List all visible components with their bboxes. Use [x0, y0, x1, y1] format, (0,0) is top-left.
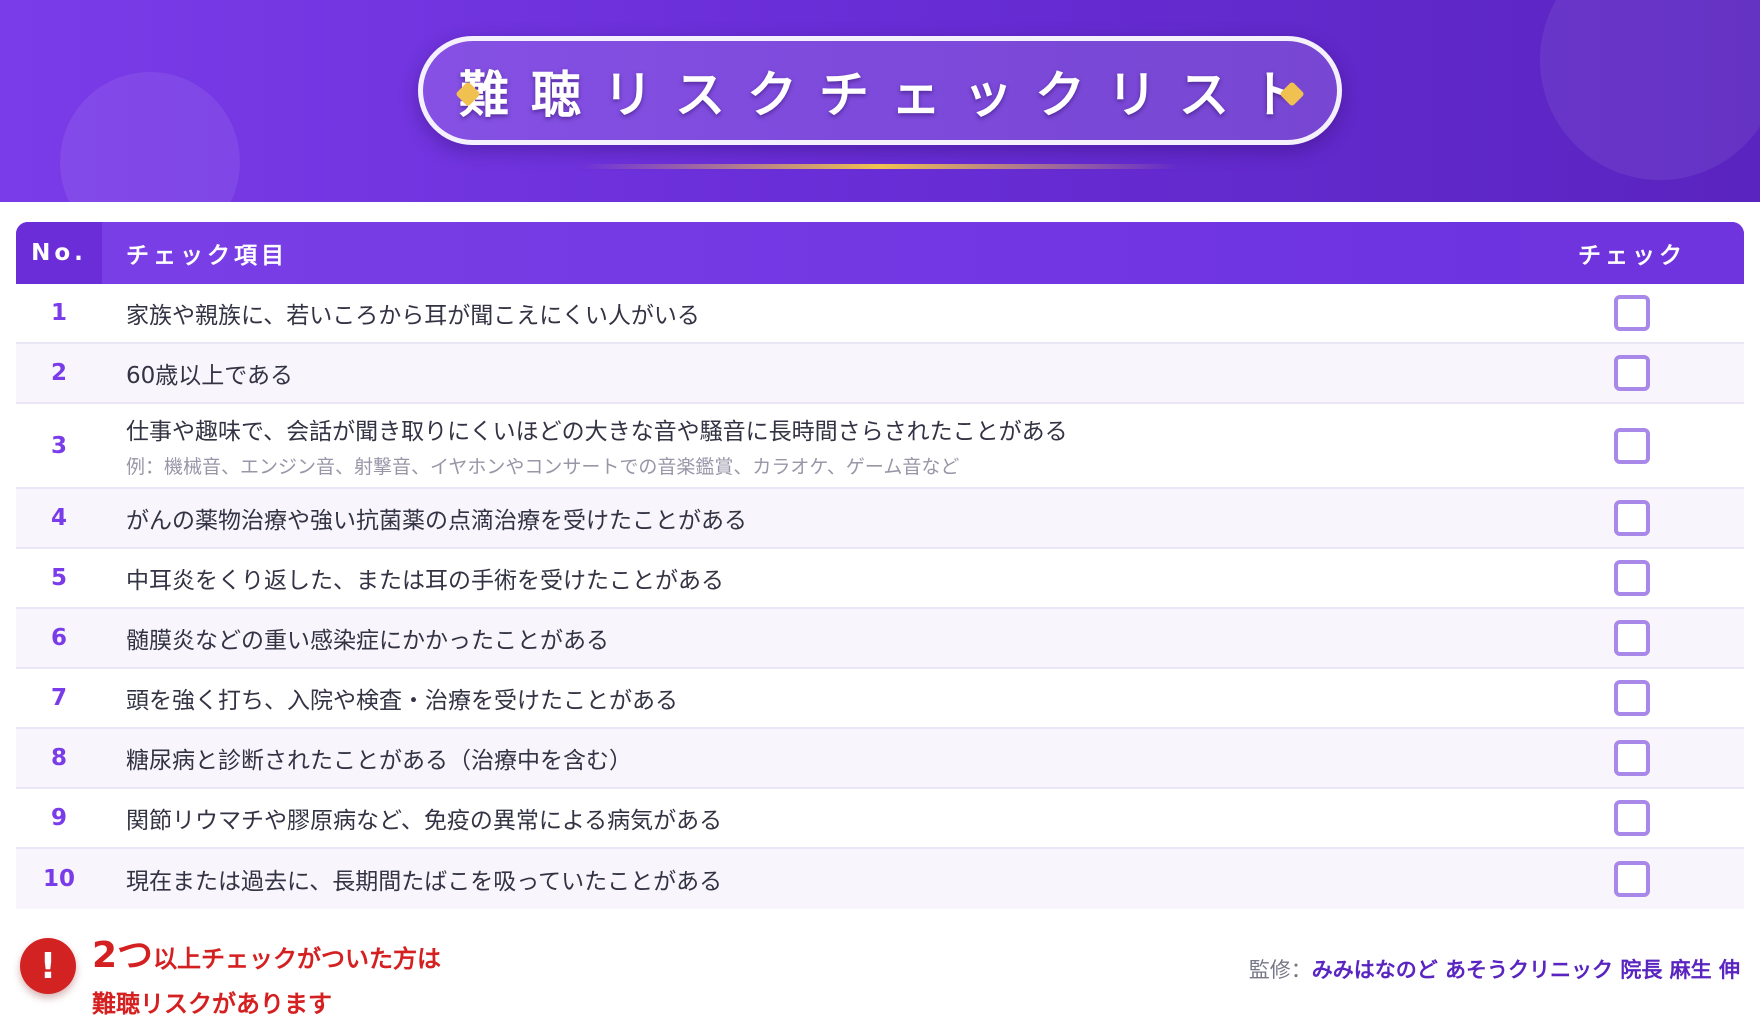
page: 難聴リスクチェックリスト No. チェック項目 チェック 1 家族や親族に、若いこ…: [0, 0, 1760, 1029]
checkbox[interactable]: [1614, 295, 1650, 331]
item-text: 仕事や趣味で、会話が聞き取りにくいほどの大きな音や騒音に長時間さらされたことがあ…: [126, 419, 1068, 445]
table-row: 9 関節リウマチや膠原病など、免疫の異常による病気がある: [16, 789, 1744, 849]
checkbox[interactable]: [1614, 500, 1650, 536]
warning-message: 2つ以上チェックがついた方は 難聴リスクがあります: [92, 926, 441, 1019]
page-title: 難聴リスクチェックリスト: [459, 65, 1323, 124]
warning-line-2: 難聴リスクがあります: [92, 990, 332, 1018]
table-row: 2 60歳以上である: [16, 344, 1744, 404]
row-check-cell: [1520, 355, 1744, 391]
table-header: No. チェック項目 チェック: [16, 222, 1744, 284]
supervision-credit: 監修：みみはなのど あそうクリニック 院長 麻生 伸: [1249, 954, 1740, 984]
checkbox[interactable]: [1614, 861, 1650, 897]
checkbox[interactable]: [1614, 740, 1650, 776]
item-text: 関節リウマチや膠原病など、免疫の異常による病気がある: [126, 808, 723, 834]
row-number: 5: [50, 565, 67, 591]
checkbox[interactable]: [1614, 355, 1650, 391]
table-row: 7 頭を強く打ち、入院や検査・治療を受けたことがある: [16, 669, 1744, 729]
warning-line-1: 2つ以上チェックがついた方は: [92, 926, 441, 978]
table-row: 8 糖尿病と診断されたことがある（治療中を含む）: [16, 729, 1744, 789]
warning-line-1-rest: 以上チェックがついた方は: [153, 945, 442, 973]
checklist-table: No. チェック項目 チェック 1 家族や親族に、若いころから耳が聞こえにくい人が…: [16, 222, 1744, 909]
item-note: 例：機械音、エンジン音、射撃音、イヤホンやコンサートでの音楽鑑賞、カラオケ、ゲー…: [126, 456, 960, 478]
item-text: 60歳以上である: [126, 363, 294, 389]
table-row: 6 髄膜炎などの重い感染症にかかったことがある: [16, 609, 1744, 669]
row-check-cell: [1520, 740, 1744, 776]
table-row: 10 現在または過去に、長期間たばこを吸っていたことがある: [16, 849, 1744, 909]
row-check-cell: [1520, 620, 1744, 656]
row-item: 糖尿病と診断されたことがある（治療中を含む）: [102, 741, 1520, 775]
warning-icon: !: [20, 938, 76, 994]
row-item: 関節リウマチや膠原病など、免疫の異常による病気がある: [102, 801, 1520, 835]
row-number: 4: [50, 505, 67, 531]
checkbox[interactable]: [1614, 560, 1650, 596]
row-check-cell: [1520, 500, 1744, 536]
row-check-cell: [1520, 680, 1744, 716]
table-row: 3 仕事や趣味で、会話が聞き取りにくいほどの大きな音や騒音に長時間さらされたことが…: [16, 404, 1744, 489]
table-row: 4 がんの薬物治療や強い抗菌薬の点滴治療を受けたことがある: [16, 489, 1744, 549]
row-item: 中耳炎をくり返した、または耳の手術を受けたことがある: [102, 561, 1520, 595]
column-header-item: チェック項目: [126, 243, 288, 269]
supervision-label: 監修：: [1248, 958, 1312, 982]
item-text: 糖尿病と診断されたことがある（治療中を含む）: [126, 748, 632, 774]
item-text: 頭を強く打ち、入院や検査・治療を受けたことがある: [126, 688, 678, 714]
column-header-check: チェック: [1520, 222, 1744, 284]
checkbox[interactable]: [1614, 620, 1650, 656]
item-text: 髄膜炎などの重い感染症にかかったことがある: [126, 628, 609, 654]
row-item: 現在または過去に、長期間たばこを吸っていたことがある: [102, 862, 1520, 896]
title-pill: 難聴リスクチェックリスト: [418, 36, 1342, 145]
row-check-cell: [1520, 427, 1744, 464]
item-text: がんの薬物治療や強い抗菌薬の点滴治療を受けたことがある: [126, 508, 747, 534]
row-item: 仕事や趣味で、会話が聞き取りにくいほどの大きな音や騒音に長時間さらされたことがあ…: [102, 412, 1520, 479]
row-check-cell: [1520, 560, 1744, 596]
row-item: 60歳以上である: [102, 356, 1520, 390]
column-header-no: No.: [16, 222, 102, 284]
row-item: 家族や親族に、若いころから耳が聞こえにくい人がいる: [102, 296, 1520, 330]
row-number: 1: [50, 300, 67, 326]
row-number: 10: [42, 866, 75, 892]
row-check-cell: [1520, 861, 1744, 897]
row-number: 3: [50, 432, 67, 459]
row-number: 8: [50, 745, 67, 771]
table-body: 1 家族や親族に、若いころから耳が聞こえにくい人がいる 2 60歳以上である 3 仕事や趣…: [16, 284, 1744, 909]
row-number: 7: [50, 685, 67, 711]
row-number: 9: [50, 805, 67, 831]
checkbox[interactable]: [1614, 680, 1650, 716]
row-item: 髄膜炎などの重い感染症にかかったことがある: [102, 621, 1520, 655]
checkbox[interactable]: [1614, 800, 1650, 836]
row-number: 6: [50, 625, 67, 651]
table-row: 1 家族や親族に、若いころから耳が聞こえにくい人がいる: [16, 284, 1744, 344]
warning-count: 2つ: [92, 935, 154, 976]
header-banner: 難聴リスクチェックリスト: [0, 0, 1760, 202]
row-check-cell: [1520, 800, 1744, 836]
decorative-circle: [1540, 0, 1760, 180]
row-item: がんの薬物治療や強い抗菌薬の点滴治療を受けたことがある: [102, 501, 1520, 535]
item-text: 現在または過去に、長期間たばこを吸っていたことがある: [126, 869, 723, 895]
checkbox[interactable]: [1614, 427, 1650, 464]
row-number: 2: [50, 360, 67, 386]
title-underline: [580, 164, 1180, 169]
item-text: 家族や親族に、若いころから耳が聞こえにくい人がいる: [126, 303, 700, 329]
row-check-cell: [1520, 295, 1744, 331]
decorative-circle: [60, 72, 240, 202]
table-row: 5 中耳炎をくり返した、または耳の手術を受けたことがある: [16, 549, 1744, 609]
supervision-name: みみはなのど あそうクリニック 院長 麻生 伸: [1311, 958, 1740, 982]
row-item: 頭を強く打ち、入院や検査・治療を受けたことがある: [102, 681, 1520, 715]
item-text: 中耳炎をくり返した、または耳の手術を受けたことがある: [126, 568, 724, 594]
